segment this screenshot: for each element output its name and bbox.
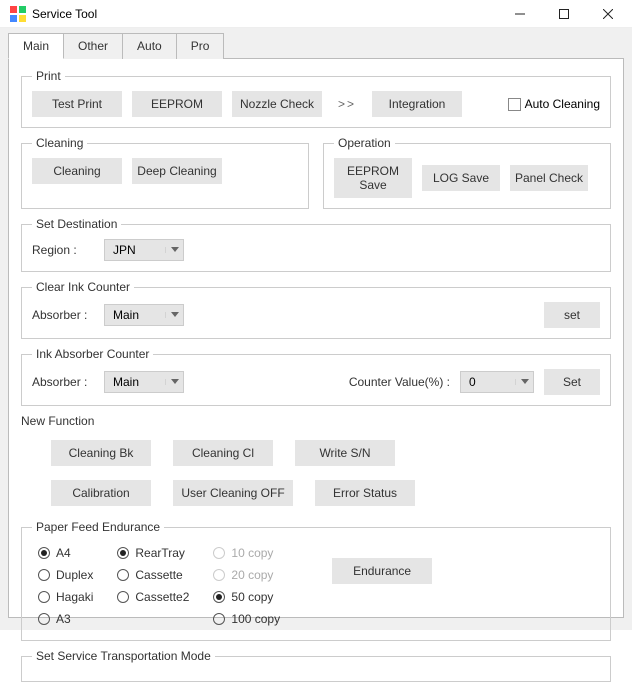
eeprom-save-button[interactable]: EEPROM Save [334, 158, 412, 198]
calibration-button[interactable]: Calibration [51, 480, 151, 506]
cleaning-group: Cleaning Cleaning Deep Cleaning [21, 136, 309, 209]
tab-bar: Main Other Auto Pro [8, 33, 624, 59]
titlebar: Service Tool [0, 0, 632, 28]
set-destination-group: Set Destination Region : JPN [21, 217, 611, 272]
ink-absorber-value: Main [105, 375, 165, 389]
integration-button[interactable]: Integration [372, 91, 462, 117]
eeprom-button[interactable]: EEPROM [132, 91, 222, 117]
print-group: Print Test Print EEPROM Nozzle Check >> … [21, 69, 611, 128]
clear-ink-absorber-value: Main [105, 308, 165, 322]
tab-other[interactable]: Other [64, 33, 123, 59]
operation-legend: Operation [334, 136, 395, 150]
ink-absorber-counter-group: Ink Absorber Counter Absorber : Main Cou… [21, 347, 611, 406]
checkbox-icon [508, 98, 521, 111]
clear-ink-set-button[interactable]: set [544, 302, 600, 328]
window-title: Service Tool [32, 7, 498, 21]
tab-pro[interactable]: Pro [177, 33, 225, 59]
radio-hagaki[interactable]: Hagaki [38, 590, 93, 604]
panel-check-button[interactable]: Panel Check [510, 165, 588, 191]
endurance-button[interactable]: Endurance [332, 558, 432, 584]
ink-absorber-set-button[interactable]: Set [544, 369, 600, 395]
counter-value: 0 [461, 375, 515, 389]
ink-absorber-legend: Ink Absorber Counter [32, 347, 153, 361]
more-icon[interactable]: >> [336, 97, 358, 111]
radio-duplex[interactable]: Duplex [38, 568, 93, 582]
chevron-down-icon [515, 379, 533, 385]
app-icon [10, 6, 26, 22]
transportation-mode-group: Set Service Transportation Mode [21, 649, 611, 682]
paper-source-radios: RearTray Cassette Cassette2 [117, 546, 189, 626]
transportation-legend: Set Service Transportation Mode [32, 649, 215, 663]
radio-50copy[interactable]: 50 copy [213, 590, 280, 604]
radio-a4[interactable]: A4 [38, 546, 93, 560]
client-area: Main Other Auto Pro Print Test Print EEP… [0, 28, 632, 630]
auto-cleaning-checkbox[interactable]: Auto Cleaning [508, 97, 600, 111]
close-button[interactable] [586, 0, 630, 28]
new-function-title: New Function [21, 414, 611, 428]
radio-100copy[interactable]: 100 copy [213, 612, 280, 626]
minimize-button[interactable] [498, 0, 542, 28]
auto-cleaning-label: Auto Cleaning [525, 97, 600, 111]
clear-ink-counter-group: Clear Ink Counter Absorber : Main set [21, 280, 611, 339]
tab-panel-main: Print Test Print EEPROM Nozzle Check >> … [8, 58, 624, 618]
operation-group: Operation EEPROM Save LOG Save Panel Che… [323, 136, 611, 209]
cleaning-bk-button[interactable]: Cleaning Bk [51, 440, 151, 466]
tab-auto[interactable]: Auto [123, 33, 177, 59]
counter-value-label: Counter Value(%) : [349, 375, 450, 389]
nozzle-check-button[interactable]: Nozzle Check [232, 91, 322, 117]
chevron-down-icon [165, 379, 183, 385]
test-print-button[interactable]: Test Print [32, 91, 122, 117]
radio-cassette[interactable]: Cassette [117, 568, 189, 582]
radio-cassette2[interactable]: Cassette2 [117, 590, 189, 604]
cleaning-cl-button[interactable]: Cleaning Cl [173, 440, 273, 466]
region-label: Region : [32, 243, 94, 257]
cleaning-legend: Cleaning [32, 136, 87, 150]
paper-feed-endurance-group: Paper Feed Endurance A4 Duplex Hagaki A3… [21, 520, 611, 641]
write-sn-button[interactable]: Write S/N [295, 440, 395, 466]
tab-main[interactable]: Main [8, 33, 64, 59]
copy-count-radios: 10 copy 20 copy 50 copy 100 copy [213, 546, 280, 626]
cleaning-button[interactable]: Cleaning [32, 158, 122, 184]
paper-feed-legend: Paper Feed Endurance [32, 520, 164, 534]
chevron-down-icon [165, 247, 183, 253]
region-select[interactable]: JPN [104, 239, 184, 261]
print-legend: Print [32, 69, 65, 83]
log-save-button[interactable]: LOG Save [422, 165, 500, 191]
counter-value-select[interactable]: 0 [460, 371, 534, 393]
radio-reartray[interactable]: RearTray [117, 546, 189, 560]
ink-absorber-select[interactable]: Main [104, 371, 184, 393]
radio-10copy[interactable]: 10 copy [213, 546, 280, 560]
region-value: JPN [105, 243, 165, 257]
paper-size-radios: A4 Duplex Hagaki A3 [38, 546, 93, 626]
radio-20copy[interactable]: 20 copy [213, 568, 280, 582]
chevron-down-icon [165, 312, 183, 318]
radio-a3[interactable]: A3 [38, 612, 93, 626]
clear-ink-legend: Clear Ink Counter [32, 280, 134, 294]
maximize-button[interactable] [542, 0, 586, 28]
ink-absorber-label: Absorber : [32, 375, 94, 389]
absorber-label: Absorber : [32, 308, 94, 322]
set-destination-legend: Set Destination [32, 217, 121, 231]
user-cleaning-off-button[interactable]: User Cleaning OFF [173, 480, 293, 506]
deep-cleaning-button[interactable]: Deep Cleaning [132, 158, 222, 184]
error-status-button[interactable]: Error Status [315, 480, 415, 506]
clear-ink-absorber-select[interactable]: Main [104, 304, 184, 326]
